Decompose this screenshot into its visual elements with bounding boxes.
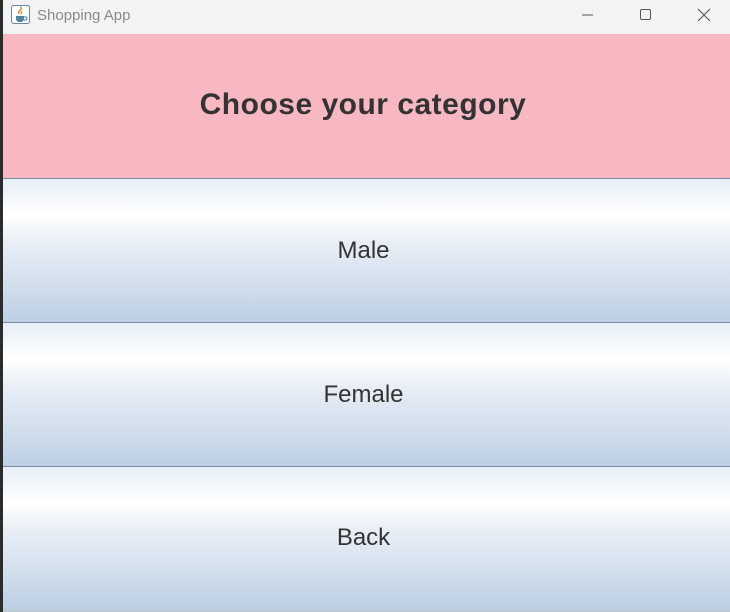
- close-icon: [697, 8, 711, 22]
- female-button[interactable]: Female: [3, 322, 730, 467]
- java-coffee-icon: [11, 5, 30, 24]
- minimize-icon: [582, 14, 593, 16]
- female-button-label: Female: [323, 380, 404, 408]
- app-window: Shopping App Choose your category Male F…: [3, 0, 730, 612]
- close-button[interactable]: [681, 0, 727, 30]
- maximize-icon: [640, 9, 651, 20]
- window-title: Shopping App: [37, 7, 131, 24]
- maximize-button[interactable]: [623, 0, 669, 30]
- minimize-button[interactable]: [565, 0, 611, 30]
- title-bar[interactable]: Shopping App: [3, 0, 730, 33]
- male-button[interactable]: Male: [3, 178, 730, 323]
- header-panel: Choose your category: [3, 34, 730, 178]
- back-button-label: Back: [336, 524, 391, 551]
- back-button[interactable]: Back: [3, 466, 730, 610]
- page-title: Choose your category: [199, 87, 527, 121]
- male-button-label: Male: [337, 236, 390, 264]
